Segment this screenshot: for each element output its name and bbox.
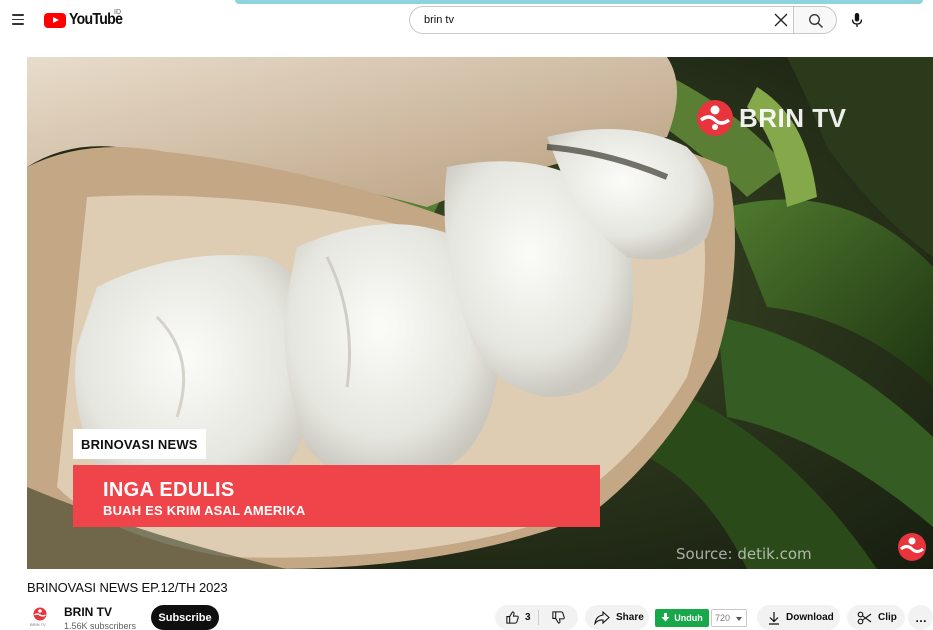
lower-third-banner: INGA EDULIS BUAH ES KRIM ASAL AMERIKA xyxy=(73,465,600,527)
thumbs-up-icon xyxy=(506,611,519,624)
like-count: 3 xyxy=(525,612,531,623)
video-player[interactable]: BRIN TV BRINOVASI NEWS INGA EDULIS BUAH … xyxy=(27,57,933,569)
avatar[interactable]: BRIN TV xyxy=(29,607,51,629)
unduh-label: Unduh xyxy=(674,613,703,623)
unduh-button[interactable]: Unduh xyxy=(655,609,709,627)
menu-icon[interactable] xyxy=(12,13,26,25)
channel-logo-icon xyxy=(33,607,47,621)
thumbs-down-icon xyxy=(552,611,565,624)
brin-tv-watermark: BRIN TV xyxy=(695,99,847,137)
search-box xyxy=(409,6,793,34)
corner-logo-icon xyxy=(898,533,926,561)
subheadline-text: BUAH ES KRIM ASAL AMERIKA xyxy=(103,503,306,518)
clip-button[interactable]: Clip xyxy=(847,605,905,630)
share-icon xyxy=(594,610,610,625)
scissors-icon xyxy=(857,611,872,624)
share-label: Share xyxy=(616,612,644,623)
video-title: BRINOVASI NEWS EP.12/TH 2023 xyxy=(27,580,228,595)
subscribe-button[interactable]: Subscribe xyxy=(151,605,219,630)
clear-icon[interactable] xyxy=(773,12,789,28)
country-code: ID xyxy=(114,9,121,16)
search-button[interactable] xyxy=(793,6,837,34)
channel-name[interactable]: BRIN TV xyxy=(64,605,112,619)
like-button[interactable]: 3 xyxy=(495,605,538,630)
search-icon xyxy=(809,14,823,28)
download-arrow-icon xyxy=(661,613,670,622)
quality-select[interactable]: 720 xyxy=(711,609,747,627)
source-caption: Source: detik.com xyxy=(676,545,812,563)
watermark-text: BRIN TV xyxy=(739,102,847,133)
like-dislike-group: 3 xyxy=(495,605,578,630)
download-icon xyxy=(769,611,779,625)
download-label: Download xyxy=(786,612,834,623)
youtube-play-icon xyxy=(44,12,66,28)
dislike-button[interactable] xyxy=(539,605,578,630)
chevron-down-icon xyxy=(736,617,742,621)
brin-logo-icon xyxy=(697,100,733,136)
avatar-label: BRIN TV xyxy=(30,622,46,627)
more-actions-button[interactable]: … xyxy=(908,605,933,630)
share-button[interactable]: Share xyxy=(585,605,649,630)
microphone-icon[interactable] xyxy=(847,10,867,30)
subscriber-count: 1.56K subscribers xyxy=(64,621,137,630)
search-input[interactable] xyxy=(424,7,754,33)
top-banner-strip xyxy=(235,0,923,4)
segment-tag-text: BRINOVASI NEWS xyxy=(81,436,198,452)
segment-tag: BRINOVASI NEWS xyxy=(73,429,206,459)
quality-value: 720 xyxy=(715,613,731,623)
clip-label: Clip xyxy=(878,612,897,623)
headline-text: INGA EDULIS xyxy=(103,479,235,501)
youtube-logo[interactable]: YouTube ID xyxy=(44,9,129,29)
download-button[interactable]: Download xyxy=(757,605,840,630)
masthead: YouTube ID xyxy=(0,0,933,42)
